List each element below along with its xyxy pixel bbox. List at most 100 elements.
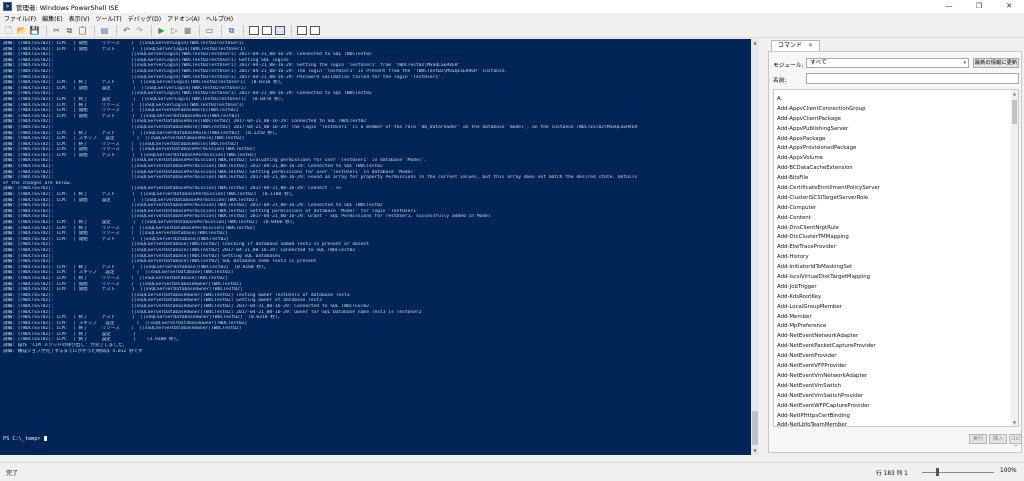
toolbar-separator bbox=[46, 24, 47, 36]
window-controls: — ❐ ✕ bbox=[934, 0, 1024, 13]
tab-commands[interactable]: コマンド ✕ bbox=[771, 40, 820, 51]
command-list-item[interactable]: Add-CertificateEnrollmentPolicyServer bbox=[777, 184, 1007, 194]
copy-button[interactable]: コピー bbox=[1009, 434, 1022, 450]
command-list-item[interactable]: Add-NetEventVmSwitchProvider bbox=[777, 392, 1007, 402]
console-pane[interactable]: 詳細: [TWDCTEST02]: LCM: [ 開始 リソース ] [[xSQ… bbox=[0, 39, 759, 455]
zoom-slider[interactable] bbox=[922, 472, 994, 473]
show-addons-icon[interactable] bbox=[309, 25, 320, 36]
console-prompt[interactable]: PS C:\_temp> bbox=[3, 436, 47, 442]
new-remote-tab-icon[interactable]: ▭ bbox=[204, 25, 215, 36]
command-list-item[interactable]: Add-NetEventProvider bbox=[777, 352, 1007, 362]
zoom-slider-thumb[interactable] bbox=[936, 468, 939, 476]
close-button[interactable]: ✕ bbox=[994, 0, 1024, 13]
toolbar-separator bbox=[151, 24, 152, 36]
command-list-item[interactable]: Add-NetIPHttpsCertBinding bbox=[777, 412, 1007, 422]
close-icon[interactable]: ✕ bbox=[808, 42, 813, 49]
clear-console-icon[interactable]: ▤ bbox=[99, 25, 110, 36]
cut-icon[interactable]: ✂ bbox=[51, 25, 62, 36]
command-list-item[interactable]: Add-InitiatorIdToMaskingSet bbox=[777, 263, 1007, 273]
layout-console-only-icon[interactable] bbox=[274, 25, 285, 36]
toolbar: 🗋 📂 💾 ✂ ⧉ 📋 ▤ ↶ ↷ ▶ ▷ ■ ▭ ⧉ bbox=[0, 23, 1024, 38]
copy-icon[interactable]: ⧉ bbox=[64, 25, 75, 36]
save-icon[interactable]: 💾 bbox=[29, 25, 40, 36]
command-list-item[interactable]: Add-AppxProvisionedPackage bbox=[777, 144, 1007, 154]
command-list-item[interactable]: Add-DtcClusterTMMapping bbox=[777, 233, 1007, 243]
scroll-up-icon[interactable]: ▲ bbox=[751, 39, 759, 47]
start-powershell-icon[interactable]: ⧉ bbox=[226, 25, 237, 36]
run-selection-icon[interactable]: ▷ bbox=[169, 25, 180, 36]
command-list-item[interactable]: Add-Computer bbox=[777, 204, 1007, 214]
command-list-item[interactable]: Add-AppvPublishingServer bbox=[777, 125, 1007, 135]
command-list-box: A: Add-AppvClientConnectionGroup Add-AppvC… bbox=[773, 89, 1019, 427]
command-list-item[interactable]: Add-AppxVolume bbox=[777, 154, 1007, 164]
toolbar-separator bbox=[94, 24, 95, 36]
run-script-icon[interactable]: ▶ bbox=[156, 25, 167, 36]
command-list-item[interactable]: Add-Content bbox=[777, 214, 1007, 224]
scrollbar-thumb[interactable] bbox=[752, 411, 758, 445]
command-list-item[interactable]: Add-JobTrigger bbox=[777, 283, 1007, 293]
name-input[interactable] bbox=[806, 73, 1019, 84]
menu-file[interactable]: ファイル(F) bbox=[4, 14, 36, 23]
command-list-item[interactable]: Add-LocalGroupMember bbox=[777, 303, 1007, 313]
paste-icon[interactable]: 📋 bbox=[77, 25, 88, 36]
run-button[interactable]: 実行 bbox=[969, 434, 987, 444]
command-list-item[interactable]: Add-ClusteriSCSITargetServerRole bbox=[777, 194, 1007, 204]
command-list-item[interactable]: Add-Member bbox=[777, 313, 1007, 323]
cursor-position: 行 183 列 1 bbox=[876, 471, 908, 477]
menu-edit[interactable]: 編集(E) bbox=[42, 14, 62, 23]
text-cursor bbox=[43, 436, 47, 441]
maximize-button[interactable]: ❐ bbox=[964, 0, 994, 13]
module-select[interactable]: すべて ▾ bbox=[806, 58, 969, 68]
layout-script-right-icon[interactable] bbox=[261, 25, 272, 36]
minimize-button[interactable]: — bbox=[934, 0, 964, 13]
command-list-item[interactable]: Add-BCDataCacheExtension bbox=[777, 164, 1007, 174]
scroll-down-icon[interactable]: ▼ bbox=[1011, 419, 1018, 426]
pane-splitter[interactable] bbox=[759, 39, 768, 455]
menu-addons[interactable]: アドオン(A) bbox=[167, 14, 200, 23]
new-file-icon[interactable]: 🗋 bbox=[3, 25, 14, 36]
command-list-item[interactable]: Add-DnsClientNrptRule bbox=[777, 224, 1007, 234]
menu-help[interactable]: ヘルプ(H) bbox=[206, 14, 233, 23]
command-list-item[interactable]: Add-NetEventVmNetworkAdapter bbox=[777, 372, 1007, 382]
powershell-ise-icon: > bbox=[3, 2, 12, 11]
command-list-item[interactable]: Add-NetLbfoTeamMember bbox=[777, 421, 1007, 426]
console-line: 詳細: 構成ジョブが完了するまでにかかった時間は 4.012 秒です bbox=[3, 348, 143, 354]
refresh-button[interactable]: 最新の情報に更新 bbox=[973, 58, 1019, 68]
show-commands-icon[interactable] bbox=[296, 25, 307, 36]
command-list-item[interactable]: Add-NetEventWFPCaptureProvider bbox=[777, 402, 1007, 412]
command-list-item[interactable]: Add-KdsRootKey bbox=[777, 293, 1007, 303]
command-list-item[interactable]: Add-History bbox=[777, 253, 1007, 263]
menu-tools[interactable]: ツール(T) bbox=[95, 14, 121, 23]
command-list-item[interactable]: Add-NetEventVFPProvider bbox=[777, 362, 1007, 372]
command-list-item[interactable]: Add-NetEventVmSwitch bbox=[777, 382, 1007, 392]
menu-debug[interactable]: デバッグ(D) bbox=[128, 14, 161, 23]
window-title: 管理者: Windows PowerShell ISE bbox=[16, 3, 119, 12]
command-list-scrollbar[interactable]: ▲ ▼ bbox=[1011, 90, 1018, 426]
scroll-down-icon[interactable]: ▼ bbox=[751, 447, 759, 455]
undo-icon[interactable]: ↶ bbox=[121, 25, 132, 36]
command-list-item[interactable]: Add-IscsiVirtualDiskTargetMapping bbox=[777, 273, 1007, 283]
layout-script-top-icon[interactable] bbox=[248, 25, 259, 36]
command-list-item[interactable]: Add-MpPreference bbox=[777, 322, 1007, 332]
command-list-item[interactable]: Add-BitsFile bbox=[777, 174, 1007, 184]
console-scrollbar[interactable]: ▲ ▼ bbox=[751, 39, 759, 455]
menu-bar: ファイル(F) 編集(E) 表示(V) ツール(T) デバッグ(D) アドオン(… bbox=[0, 13, 1024, 23]
insert-button[interactable]: 挿入 bbox=[989, 434, 1007, 444]
commands-pane: コマンド ✕ モジュール: すべて ▾ 最新の情報に更新 名前: A: Add-A… bbox=[768, 39, 1024, 455]
command-list-item[interactable]: Add-AppxPackage bbox=[777, 135, 1007, 145]
command-list-item[interactable]: Add-EtwTraceProvider bbox=[777, 243, 1007, 253]
zoom-level: 100% bbox=[1000, 468, 1017, 474]
command-list: A: Add-AppvClientConnectionGroup Add-AppvC… bbox=[777, 95, 1007, 426]
command-list-item[interactable]: Add-AppvClientPackage bbox=[777, 115, 1007, 125]
command-list-item[interactable]: Add-NetEventNetworkAdapter bbox=[777, 332, 1007, 342]
scroll-up-icon[interactable]: ▲ bbox=[1011, 90, 1018, 97]
toolbar-separator bbox=[291, 24, 292, 36]
redo-icon[interactable]: ↷ bbox=[134, 25, 145, 36]
stop-icon[interactable]: ■ bbox=[182, 25, 193, 36]
command-list-item[interactable]: A: bbox=[777, 95, 1007, 105]
scrollbar-thumb[interactable] bbox=[1012, 100, 1017, 124]
command-list-item[interactable]: Add-NetEventPacketCaptureProvider bbox=[777, 342, 1007, 352]
open-folder-icon[interactable]: 📂 bbox=[16, 25, 27, 36]
menu-view[interactable]: 表示(V) bbox=[69, 14, 90, 23]
command-list-item[interactable]: Add-AppvClientConnectionGroup bbox=[777, 105, 1007, 115]
